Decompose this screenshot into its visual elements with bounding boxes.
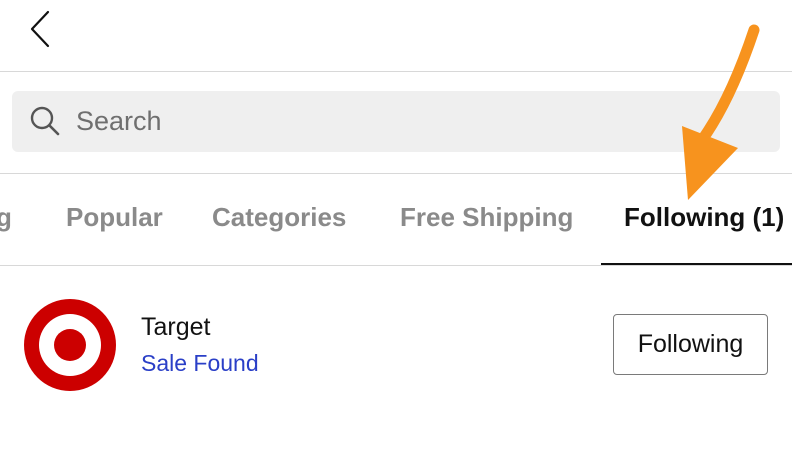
back-button[interactable] [22,6,62,52]
tabs-divider [0,265,792,266]
header-divider [0,71,792,72]
search-input[interactable] [76,101,756,142]
list-item[interactable]: Target Sale Found Following [0,290,792,400]
tab-bar: g Popular Categories Free Shipping Follo… [0,174,792,265]
store-name: Target [141,313,211,341]
search-bar[interactable] [12,91,780,152]
chevron-left-icon [30,10,50,48]
store-status[interactable]: Sale Found [141,350,259,377]
tab-categories[interactable]: Categories [212,202,346,233]
top-bar [0,0,792,71]
search-icon [30,106,60,136]
tab-partial[interactable]: g [0,202,12,233]
tab-free-shipping[interactable]: Free Shipping [400,202,573,233]
tab-popular[interactable]: Popular [66,202,163,233]
target-logo [24,299,116,391]
following-button[interactable]: Following [613,314,768,375]
tab-following[interactable]: Following (1) [624,202,784,233]
